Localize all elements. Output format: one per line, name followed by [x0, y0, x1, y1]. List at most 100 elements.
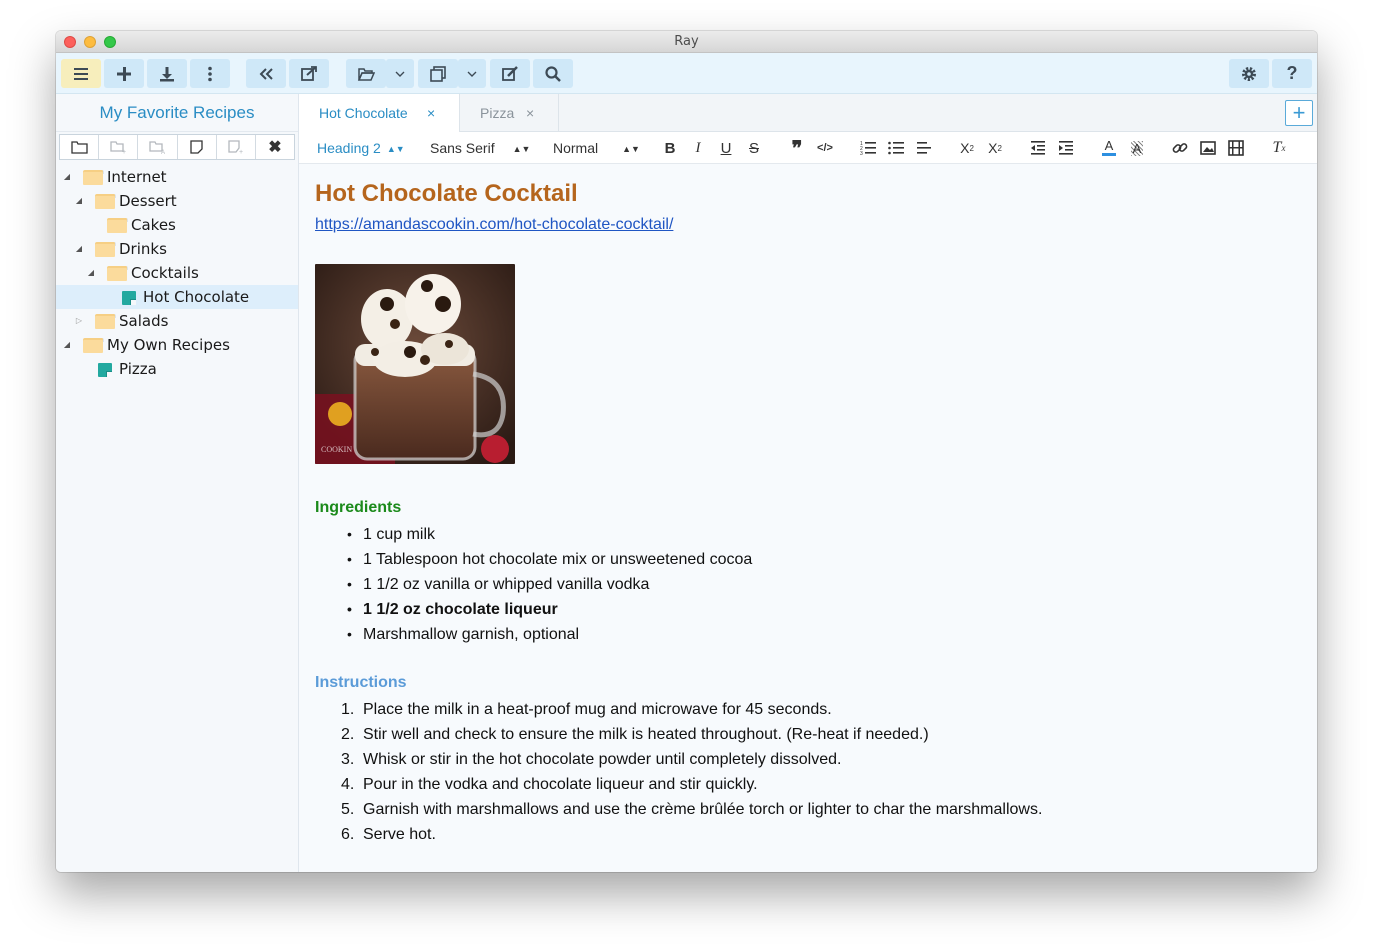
list-item[interactable]: 4. Pour in the vodka and chocolate liqueu…	[339, 772, 1042, 797]
subscript-icon[interactable]: X2	[958, 139, 976, 157]
step-number: 1.	[341, 701, 355, 718]
help-button[interactable]: ?	[1272, 59, 1312, 88]
collapse-sidebar-button[interactable]	[246, 59, 286, 88]
add-note-tool[interactable]: +	[217, 135, 256, 159]
expanded-arrow-icon[interactable]: ◢	[74, 189, 84, 213]
list-item[interactable]: 3. Whisk or stir in the hot chocolate pow…	[339, 747, 1042, 772]
list-item[interactable]: 5. Garnish with marshmallows and use the …	[339, 797, 1042, 822]
image-icon[interactable]	[1199, 139, 1217, 157]
menu-button[interactable]	[61, 59, 101, 88]
download-button[interactable]	[147, 59, 187, 88]
add-button[interactable]	[104, 59, 144, 88]
highlight-color-icon[interactable]: A	[1128, 139, 1146, 157]
delete-tool[interactable]: ✖	[256, 135, 294, 159]
tab-pizza[interactable]: Pizza ×	[460, 94, 559, 132]
heading-select[interactable]: Heading 2 ▲▼	[317, 132, 405, 164]
new-note-tool[interactable]	[178, 135, 217, 159]
indent-icon[interactable]	[1057, 139, 1075, 157]
align-left-icon[interactable]	[915, 139, 933, 157]
bullet-list-icon[interactable]	[887, 139, 905, 157]
document-title[interactable]: Hot Chocolate Cocktail	[315, 180, 578, 208]
list-item[interactable]: 1. Place the milk in a heat-proof mug and…	[339, 697, 1042, 722]
ordered-list-icon[interactable]: 123	[859, 139, 877, 157]
notebook-title[interactable]: My Favorite Recipes	[56, 94, 298, 132]
list-item[interactable]: 1 1/2 oz vanilla or whipped vanilla vodk…	[347, 572, 752, 597]
note-icon	[98, 363, 112, 377]
expanded-arrow-icon[interactable]: ◢	[86, 261, 96, 285]
text-color-icon[interactable]: A	[1100, 139, 1118, 157]
tree-item-hot-chocolate[interactable]: Hot Chocolate	[56, 285, 298, 309]
blockquote-icon[interactable]: ❞	[788, 138, 806, 160]
list-item[interactable]: Marshmallow garnish, optional	[347, 622, 752, 647]
bold-icon[interactable]: B	[661, 139, 679, 157]
close-window-button[interactable]	[64, 36, 76, 48]
font-select[interactable]: Sans Serif ▲▼	[430, 132, 530, 164]
duplicate-dropdown[interactable]	[458, 59, 486, 88]
open-folder-button[interactable]	[346, 59, 386, 88]
edit-button[interactable]	[490, 59, 530, 88]
search-button[interactable]	[533, 59, 573, 88]
maximize-window-button[interactable]	[104, 36, 116, 48]
tree-item-pizza[interactable]: Pizza	[56, 357, 298, 381]
settings-button[interactable]	[1229, 59, 1269, 88]
list-item[interactable]: 1 1/2 oz chocolate liqueur	[347, 597, 752, 622]
main-toolbar: ?	[56, 53, 1317, 94]
svg-text:A: A	[161, 150, 165, 154]
close-tab-icon[interactable]: ×	[427, 94, 435, 132]
folder-icon	[107, 218, 128, 233]
outdent-icon[interactable]	[1029, 139, 1047, 157]
rename-folder-tool[interactable]: A	[138, 135, 178, 159]
download-icon	[160, 66, 174, 81]
open-folder-tool[interactable]	[60, 135, 100, 159]
open-external-button[interactable]	[289, 59, 329, 88]
step-number: 3.	[341, 751, 355, 768]
tree-item-cocktails[interactable]: ◢ Cocktails	[56, 261, 298, 285]
collapsed-arrow-icon[interactable]: ▷	[74, 309, 84, 333]
code-icon[interactable]: </>	[816, 139, 834, 157]
new-tab-button[interactable]: +	[1285, 100, 1313, 126]
recipe-link[interactable]: https://amandascookin.com/hot-chocolate-…	[315, 216, 673, 234]
chevron-down-icon	[395, 71, 405, 77]
instructions-heading[interactable]: Instructions	[315, 674, 407, 692]
tree-item-salads[interactable]: ▷ Salads	[56, 309, 298, 333]
close-tab-icon[interactable]: ×	[526, 94, 534, 132]
window-title: Ray	[674, 34, 699, 49]
tree-item-internet[interactable]: ◢ Internet	[56, 165, 298, 189]
strikethrough-icon[interactable]: S	[745, 139, 763, 157]
step-number: 4.	[341, 776, 355, 793]
expanded-arrow-icon[interactable]: ◢	[62, 165, 72, 189]
link-icon[interactable]	[1171, 139, 1189, 157]
ingredients-list: 1 cup milk 1 Tablespoon hot chocolate mi…	[347, 522, 752, 647]
folder-icon	[83, 170, 104, 185]
list-item[interactable]: 1 Tablespoon hot chocolate mix or unswee…	[347, 547, 752, 572]
duplicate-button[interactable]	[418, 59, 458, 88]
tab-hot-chocolate[interactable]: Hot Chocolate ×	[299, 94, 460, 133]
open-folder-dropdown[interactable]	[386, 59, 414, 88]
list-item[interactable]: 2. Stir well and check to ensure the milk…	[339, 722, 1042, 747]
add-folder-tool[interactable]: +	[99, 135, 139, 159]
sidebar-toolbar: + A + ✖	[59, 134, 295, 160]
expanded-arrow-icon[interactable]: ◢	[62, 333, 72, 357]
tree-item-drinks[interactable]: ◢ Drinks	[56, 237, 298, 261]
tree-item-cakes[interactable]: Cakes	[56, 213, 298, 237]
minimize-window-button[interactable]	[84, 36, 96, 48]
more-options-button[interactable]	[190, 59, 230, 88]
external-edit-icon	[301, 65, 317, 81]
folder-rename-icon: A	[149, 141, 165, 154]
size-select[interactable]: Normal ▲▼	[553, 132, 640, 164]
tree-item-my-own-recipes[interactable]: ◢ My Own Recipes	[56, 333, 298, 357]
tree-item-dessert[interactable]: ◢ Dessert	[56, 189, 298, 213]
list-item[interactable]: 1 cup milk	[347, 522, 752, 547]
underline-icon[interactable]: U	[717, 139, 735, 157]
editor-content[interactable]: Hot Chocolate Cocktail https://amandasco…	[299, 164, 1317, 872]
superscript-icon[interactable]: X2	[986, 139, 1004, 157]
title-bar: Ray	[56, 31, 1317, 53]
list-item[interactable]: 6. Serve hot.	[339, 822, 1042, 847]
video-icon[interactable]	[1227, 139, 1245, 157]
ingredients-heading[interactable]: Ingredients	[315, 499, 401, 517]
expanded-arrow-icon[interactable]: ◢	[74, 237, 84, 261]
italic-icon[interactable]: I	[689, 139, 707, 157]
clear-formatting-icon[interactable]: Tx	[1270, 139, 1288, 157]
recipe-image[interactable]: COOKIN	[315, 264, 515, 464]
svg-text:+: +	[122, 149, 126, 154]
